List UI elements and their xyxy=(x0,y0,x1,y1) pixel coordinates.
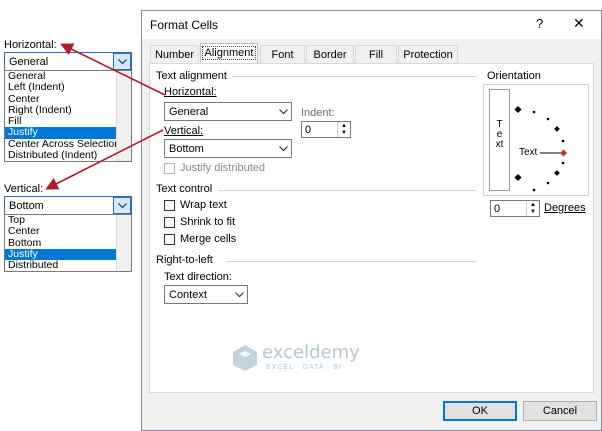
arrow-to-horizontal xyxy=(60,43,166,96)
annotation-arrows xyxy=(45,43,166,190)
arrow-to-vertical xyxy=(45,129,164,190)
